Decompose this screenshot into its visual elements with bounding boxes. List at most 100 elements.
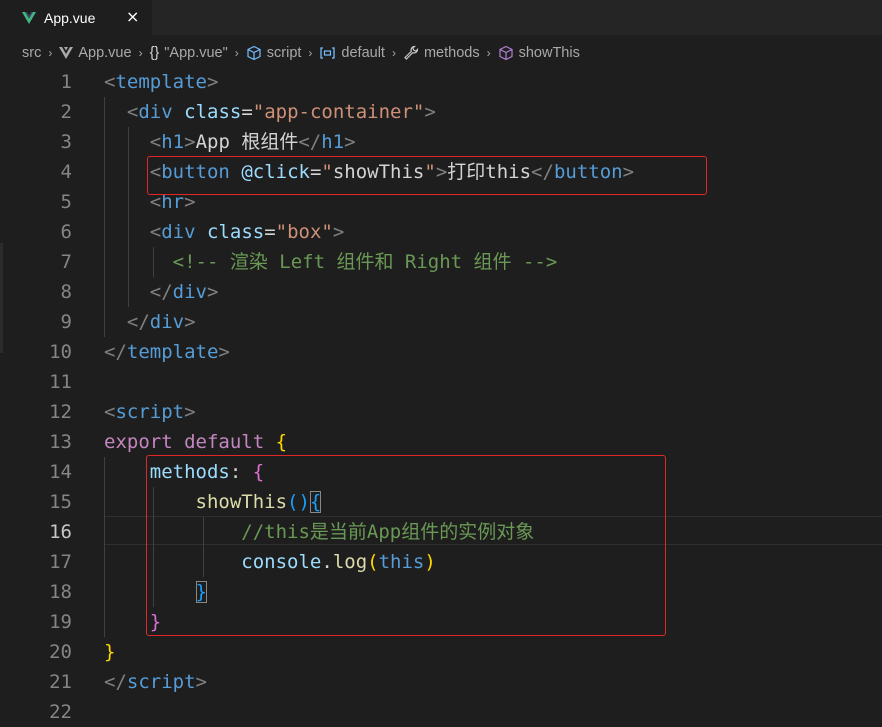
breadcrumb-label: default: [341, 45, 385, 61]
code-token: </: [298, 131, 322, 153]
code-token: =: [241, 101, 253, 123]
code-line[interactable]: 6 <div class="box">: [0, 217, 882, 247]
line-number: 8: [60, 281, 72, 303]
breadcrumb-item-script[interactable]: script: [246, 45, 302, 61]
code-line[interactable]: 10 </template>: [0, 337, 882, 367]
code-text: </div>: [104, 277, 219, 307]
code-token: </: [126, 311, 150, 333]
code-text: <script>: [104, 397, 196, 427]
line-number: 18: [49, 581, 72, 603]
line-number: 1: [60, 71, 72, 93]
line-number: 12: [49, 401, 72, 423]
code-token: </: [104, 341, 127, 363]
code-text: <template>: [104, 67, 218, 97]
code-token: >: [195, 671, 207, 693]
code-line[interactable]: 22: [0, 697, 882, 727]
line-number: 17: [49, 551, 72, 573]
breadcrumb-label: script: [266, 45, 302, 61]
code-line[interactable]: 11: [0, 367, 882, 397]
code-token: >: [332, 221, 345, 243]
code-line[interactable]: 9 </div>: [0, 307, 882, 337]
code-token: >: [344, 131, 356, 153]
breadcrumb-label: showThis: [518, 45, 580, 61]
line-number: 3: [60, 131, 72, 153]
json-braces-icon: {}: [149, 45, 160, 61]
code-token: >: [184, 311, 196, 333]
line-number: 4: [60, 161, 72, 183]
code-line[interactable]: 2 <div class="app-container">: [0, 97, 882, 127]
chevron-right-icon: ›: [138, 46, 143, 60]
breadcrumb-label: src: [22, 45, 42, 61]
code-token: =: [264, 221, 276, 243]
line-number: 22: [49, 701, 72, 723]
highlight-box-methods: [146, 455, 666, 636]
breadcrumb-item-file[interactable]: App.vue: [59, 45, 132, 61]
code-line[interactable]: 1 <template>: [0, 67, 882, 97]
code-token: <: [126, 101, 139, 123]
line-number: 20: [49, 641, 72, 663]
code-line[interactable]: 7 <!-- 渲染 Left 组件和 Right 组件 -->: [0, 247, 882, 277]
code-text: <!-- 渲染 Left 组件和 Right 组件 -->: [104, 247, 558, 277]
chevron-right-icon: ›: [391, 46, 396, 60]
line-number: 9: [60, 311, 72, 333]
line-number: 19: [49, 611, 72, 633]
code-line[interactable]: 12 <script>: [0, 397, 882, 427]
code-token: >: [218, 341, 230, 363]
tab-title: App.vue: [44, 9, 96, 26]
code-text: export default {: [104, 427, 287, 457]
code-token: </: [149, 281, 173, 303]
code-token: <!-- 渲染 Left 组件和 Right 组件 -->: [172, 251, 558, 273]
breadcrumb-item-default[interactable]: default: [319, 45, 385, 61]
breadcrumb-label: methods: [423, 45, 480, 61]
code-token: class: [207, 221, 265, 243]
chevron-right-icon: ›: [234, 46, 239, 60]
code-line[interactable]: 20}: [0, 637, 882, 667]
code-token: >: [424, 101, 436, 123]
breadcrumb-item-src[interactable]: src: [22, 45, 41, 61]
code-line[interactable]: 21 </script>: [0, 667, 882, 697]
line-number: 11: [49, 371, 72, 393]
line-number: 21: [49, 671, 72, 693]
code-token: >: [206, 71, 219, 93]
tab-app-vue[interactable]: App.vue ×: [0, 0, 152, 35]
code-text: }: [104, 637, 115, 667]
breadcrumb-item-showthis[interactable]: showThis: [498, 45, 580, 61]
close-icon[interactable]: ×: [126, 7, 139, 26]
code-token: "box": [275, 221, 333, 243]
chevron-right-icon: ›: [48, 46, 53, 60]
breadcrumb-item-module[interactable]: {} "App.vue": [150, 45, 228, 61]
line-number: 5: [60, 191, 72, 213]
breadcrumb: src › App.vue › {} "App.vue" › script › …: [0, 35, 882, 71]
code-text: <h1>App 根组件</h1>: [104, 127, 356, 157]
code-editor[interactable]: 1 <template> 2 <div class="app-container">…: [0, 67, 882, 723]
code-line[interactable]: 8 </div>: [0, 277, 882, 307]
variable-icon: [320, 47, 336, 59]
line-number: 2: [60, 101, 72, 123]
chevron-right-icon: ›: [486, 46, 491, 60]
breadcrumb-item-methods[interactable]: methods: [403, 45, 480, 61]
line-number: 13: [49, 431, 72, 453]
code-token: div: [149, 311, 185, 333]
code-line[interactable]: 3 <h1>App 根组件</h1>: [0, 127, 882, 157]
code-token: >: [184, 401, 196, 423]
breadcrumb-label: App.vue: [78, 45, 132, 61]
code-token: >: [184, 131, 196, 153]
code-token: script: [115, 401, 185, 423]
code-text: </script>: [104, 667, 207, 697]
chevron-right-icon: ›: [308, 46, 313, 60]
code-line[interactable]: 13 export default {: [0, 427, 882, 457]
code-token: <: [104, 401, 116, 423]
breadcrumb-label: "App.vue": [164, 45, 228, 61]
code-token: script: [126, 671, 196, 693]
